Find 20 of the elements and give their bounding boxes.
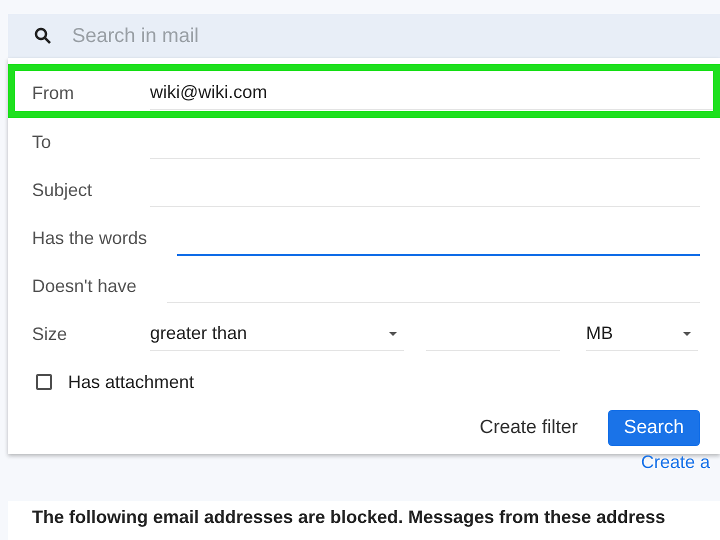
field-label: Has the words [32,228,148,248]
unit-dropdown[interactable]: MB [586,317,698,351]
caret-icon [388,330,398,336]
search-icon [34,27,52,45]
field-label: Doesn't have [32,276,137,296]
input-field[interactable]: wiki@wiki.com [150,76,720,110]
comparison-dropdown[interactable]: greater than [150,317,404,351]
field-label: Size [32,324,68,344]
field-label: From [32,82,75,104]
caret-icon [682,330,692,336]
checkbox[interactable] [36,374,52,390]
search-field[interactable]: Search in mail [70,24,474,48]
field-label: Subject [32,180,94,200]
create-filter-button[interactable]: Create filter [474,416,584,440]
field-label: To [32,132,52,152]
blocked-notice: The following email addresses are blocked. Messages from these address [8,501,720,540]
search-bar[interactable]: Search in mail [8,14,720,58]
checkbox-label: Has attachment [68,372,194,392]
create-link[interactable]: Create a [640,452,710,473]
search-button[interactable]: Search [608,410,700,446]
